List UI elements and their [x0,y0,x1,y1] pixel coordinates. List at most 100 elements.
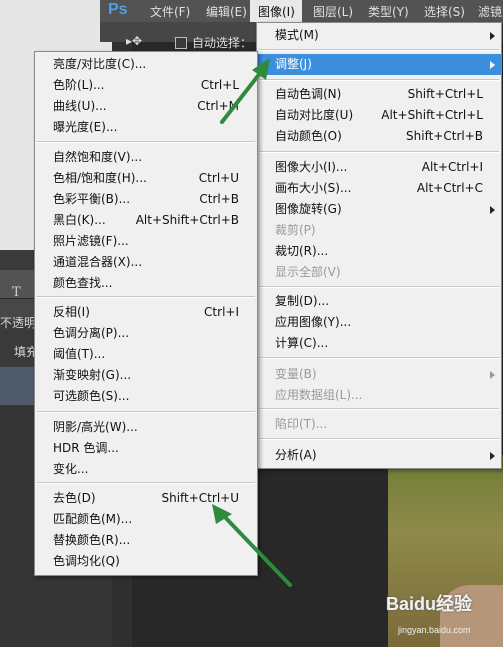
image-menu-item-4[interactable]: 自动颜色(O) Shift+Ctrl+B [257,126,501,147]
menu-type[interactable]: 类型(Y) [368,3,409,20]
adjust-menu-item-3[interactable]: 曝光度(E)... [35,117,257,138]
menu-item-label: 自动色调(N) [275,87,342,101]
adjust-menu-item-0[interactable]: 亮度/对比度(C)... [35,54,257,75]
menu-separator [259,151,499,153]
adjust-menu-item-2[interactable]: 曲线(U)... Ctrl+M [35,96,257,117]
move-tool-icon[interactable]: ▸✥ [126,34,142,48]
menu-item-label: 自动颜色(O) [275,129,342,143]
menu-item-shortcut: Ctrl+U [198,171,239,185]
image-menu-item-12[interactable]: 应用图像(Y)... [257,312,501,333]
adjust-menu-item-21[interactable]: 替换颜色(R)... [35,530,257,551]
adjust-menu-item-1[interactable]: 色阶(L)... Ctrl+L [35,75,257,96]
menu-item-label: 颜色查找... [53,276,113,290]
menu-separator [37,411,255,413]
menu-item-label: 显示全部(V) [275,265,341,279]
adjust-menu-item-5[interactable]: 色相/饱和度(H)... Ctrl+U [35,168,257,189]
menu-select[interactable]: 选择(S) [424,3,465,20]
menu-item-label: 色彩平衡(B)... [53,192,131,206]
adjust-menu-item-18[interactable]: 变化... [35,459,257,480]
type-layer-icon[interactable]: T [12,285,21,300]
image-menu-item-7[interactable]: 图像旋转(G) [257,199,501,220]
image-menu-item-1[interactable]: 调整(J) [257,54,501,75]
image-menu-item-8: 裁剪(P) [257,220,501,241]
menu-item-label: 照片滤镜(F)... [53,234,129,248]
menu-item-label: 去色(D) [53,491,96,505]
menu-item-label: 模式(M) [275,28,319,42]
adjust-menu-item-7[interactable]: 黑白(K)... Alt+Shift+Ctrl+B [35,210,257,231]
image-menu-item-17[interactable]: 分析(A) [257,445,501,466]
menu-item-label: 陷印(T)... [275,417,328,431]
menu-item-label: 匹配颜色(M)... [53,512,133,526]
adjust-menu-item-6[interactable]: 色彩平衡(B)... Ctrl+B [35,189,257,210]
menu-item-label: 裁剪(P) [275,223,316,237]
menu-item-shortcut: Shift+Ctrl+B [406,129,483,143]
menu-item-label: 自动对比度(U) [275,108,354,122]
menu-item-label: 裁切(R)... [275,244,329,258]
menu-item-label: 变量(B) [275,367,317,381]
submenu-arrow-icon [490,371,495,379]
menu-item-label: 应用数据组(L)... [275,388,363,402]
image-menu-dropdown: 模式(M) 调整(J) 自动色调(N) Shift+Ctrl+L 自动对比度(U) Alt… [256,22,502,469]
image-menu-item-15: 应用数据组(L)... [257,385,501,406]
image-menu-item-13[interactable]: 计算(C)... [257,333,501,354]
adjust-menu-item-8[interactable]: 照片滤镜(F)... [35,231,257,252]
menu-item-label: 曝光度(E)... [53,120,118,134]
adjust-menu-item-16[interactable]: 阴影/高光(W)... [35,417,257,438]
adjust-menu-item-22[interactable]: 色调均化(Q) [35,551,257,572]
adjust-menu-item-10[interactable]: 颜色查找... [35,273,257,294]
image-menu-item-6[interactable]: 画布大小(S)... Alt+Ctrl+C [257,178,501,199]
adjust-menu-item-20[interactable]: 匹配颜色(M)... [35,509,257,530]
menu-layer[interactable]: 图层(L) [313,3,353,20]
menu-item-label: 阈值(T)... [53,347,106,361]
menu-item-label: HDR 色调... [53,441,119,455]
image-menu-item-3[interactable]: 自动对比度(U) Alt+Shift+Ctrl+L [257,105,501,126]
menu-item-shortcut: Alt+Ctrl+I [421,160,483,174]
menu-file[interactable]: 文件(F) [150,3,190,20]
menu-item-shortcut: Alt+Ctrl+C [416,181,483,195]
menu-item-label: 色调均化(Q) [53,554,120,568]
adjust-menu-item-4[interactable]: 自然饱和度(V)... [35,147,257,168]
adjust-menu-item-9[interactable]: 通道混合器(X)... [35,252,257,273]
image-menu-item-5[interactable]: 图像大小(I)... Alt+Ctrl+I [257,157,501,178]
image-menu-item-9[interactable]: 裁切(R)... [257,241,501,262]
menu-item-label: 曲线(U)... [53,99,107,113]
adjust-menu-item-12[interactable]: 色调分离(P)... [35,323,257,344]
adjust-menu-item-13[interactable]: 阈值(T)... [35,344,257,365]
menu-item-label: 计算(C)... [275,336,329,350]
menu-item-shortcut: Alt+Shift+Ctrl+L [381,108,483,122]
image-menu-item-2[interactable]: 自动色调(N) Shift+Ctrl+L [257,84,501,105]
adjust-menu-item-17[interactable]: HDR 色调... [35,438,257,459]
menu-item-label: 图像旋转(G) [275,202,342,216]
image-menu-item-11[interactable]: 复制(D)... [257,291,501,312]
menu-edit[interactable]: 编辑(E) [206,3,247,20]
menu-separator [259,408,499,410]
menu-item-shortcut: Shift+Ctrl+L [407,87,483,101]
menu-item-shortcut: Shift+Ctrl+U [161,491,239,505]
menu-item-label: 色调分离(P)... [53,326,130,340]
adjust-menu-item-11[interactable]: 反相(I) Ctrl+I [35,302,257,323]
menu-item-shortcut: Ctrl+B [199,192,239,206]
menu-item-label: 图像大小(I)... [275,160,348,174]
baidu-watermark: Baidu经验 [386,594,473,614]
photoshop-logo: Ps [108,1,128,18]
adjust-menu-item-19[interactable]: 去色(D) Shift+Ctrl+U [35,488,257,509]
menu-item-label: 渐变映射(G)... [53,368,132,382]
adjust-menu-item-15[interactable]: 可选颜色(S)... [35,386,257,407]
menu-separator [37,482,255,484]
menu-item-shortcut: Alt+Shift+Ctrl+B [135,213,239,227]
menu-separator [259,49,499,51]
auto-select-label: 自动选择： [192,36,253,50]
menu-image[interactable]: 图像(I) [258,3,295,20]
adjust-menu-item-14[interactable]: 渐变映射(G)... [35,365,257,386]
auto-select-checkbox[interactable] [175,37,187,49]
menu-item-label: 阴影/高光(W)... [53,420,138,434]
menu-separator [259,357,499,359]
menu-filter[interactable]: 滤镜 [478,3,502,20]
image-menu-item-0[interactable]: 模式(M) [257,25,501,46]
submenu-arrow-icon [490,452,495,460]
menu-item-label: 变化... [53,462,89,476]
menu-item-label: 通道混合器(X)... [53,255,143,269]
submenu-arrow-icon [490,206,495,214]
menu-item-label: 可选颜色(S)... [53,389,130,403]
submenu-arrow-icon [490,61,495,69]
